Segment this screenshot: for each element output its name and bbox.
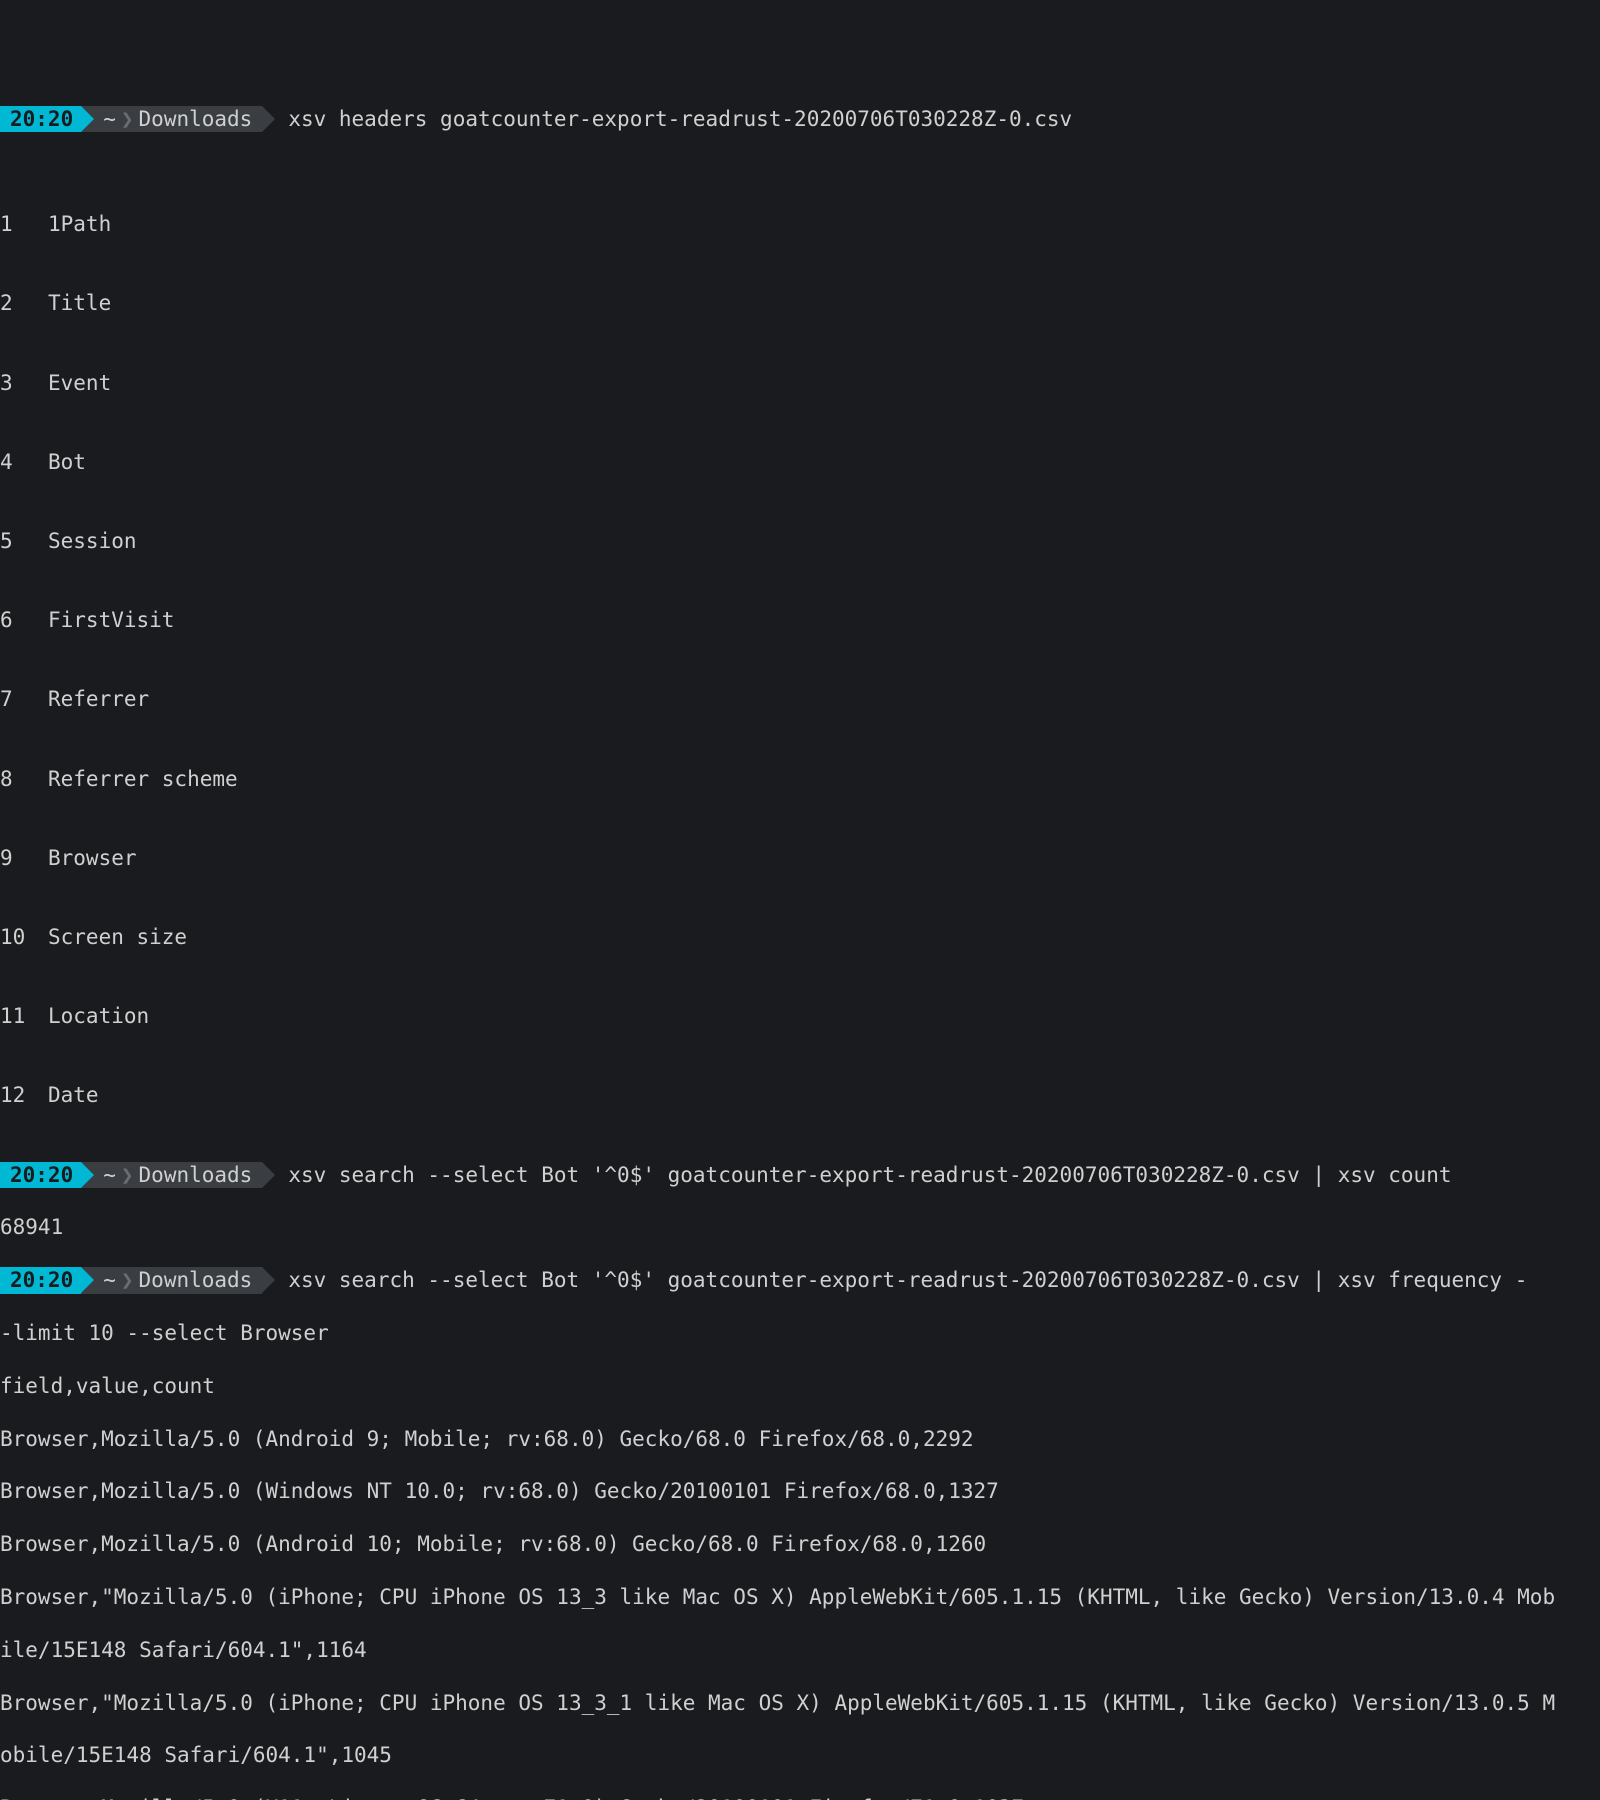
col-name: Title	[48, 291, 111, 315]
prompt-time: 20:20	[0, 1267, 81, 1293]
command-wrap: -limit 10 --select Browser	[0, 1320, 1600, 1346]
home-text: ~	[103, 106, 116, 132]
col-num: 6	[0, 607, 48, 633]
header-row: 11Location	[0, 1003, 1600, 1029]
header-row: 3Event	[0, 370, 1600, 396]
prompt-path: ~❯Downloads	[81, 106, 262, 132]
chevron-right-icon: ❯	[121, 1267, 134, 1293]
col-name: Screen size	[48, 925, 187, 949]
count-output: 68941	[0, 1214, 1600, 1240]
col-name: Session	[48, 529, 137, 553]
freq-header: field,value,count	[0, 1373, 1600, 1399]
prompt-1: 20:20 ~❯Downloads xsv headers goatcounte…	[0, 106, 1600, 132]
freq-row: Browser,"Mozilla/5.0 (iPhone; CPU iPhone…	[0, 1584, 1600, 1610]
prompt-time: 20:20	[0, 106, 81, 132]
freq-row: obile/15E148 Safari/604.1",1045	[0, 1742, 1600, 1768]
col-name: 1Path	[48, 212, 111, 236]
col-name: Browser	[48, 846, 137, 870]
col-num: 8	[0, 766, 48, 792]
col-name: Event	[48, 371, 111, 395]
header-row: 9Browser	[0, 845, 1600, 871]
col-num: 9	[0, 845, 48, 871]
col-num: 10	[0, 924, 48, 950]
header-row: 10Screen size	[0, 924, 1600, 950]
command-text[interactable]: xsv search --select Bot '^0$' goatcounte…	[262, 1267, 1527, 1293]
col-num: 12	[0, 1082, 48, 1108]
header-row: 5Session	[0, 528, 1600, 554]
dir-text: Downloads	[139, 1162, 253, 1188]
time-text: 20:20	[10, 1162, 73, 1188]
time-text: 20:20	[10, 106, 73, 132]
prompt-3: 20:20 ~❯Downloads xsv search --select Bo…	[0, 1267, 1600, 1293]
freq-row: Browser,Mozilla/5.0 (Windows NT 10.0; rv…	[0, 1478, 1600, 1504]
header-row: 11Path	[0, 211, 1600, 237]
col-num: 5	[0, 528, 48, 554]
chevron-right-icon: ❯	[121, 106, 134, 132]
freq-row: Browser,"Mozilla/5.0 (iPhone; CPU iPhone…	[0, 1690, 1600, 1716]
header-row: 8Referrer scheme	[0, 766, 1600, 792]
dir-text: Downloads	[139, 1267, 253, 1293]
freq-row: Browser,Mozilla/5.0 (Android 10; Mobile;…	[0, 1531, 1600, 1557]
col-num: 7	[0, 686, 48, 712]
col-name: FirstVisit	[48, 608, 174, 632]
col-num: 2	[0, 290, 48, 316]
col-name: Location	[48, 1004, 149, 1028]
header-row: 2Title	[0, 290, 1600, 316]
header-row: 4Bot	[0, 449, 1600, 475]
freq-row: Browser,Mozilla/5.0 (X11; Linux x86_64; …	[0, 1795, 1600, 1800]
col-num: 1	[0, 211, 48, 237]
col-name: Referrer scheme	[48, 767, 238, 791]
command-text[interactable]: xsv search --select Bot '^0$' goatcounte…	[262, 1162, 1451, 1188]
home-text: ~	[103, 1162, 116, 1188]
col-name: Date	[48, 1083, 99, 1107]
prompt-2: 20:20 ~❯Downloads xsv search --select Bo…	[0, 1162, 1600, 1188]
chevron-right-icon: ❯	[121, 1162, 134, 1188]
header-row: 6FirstVisit	[0, 607, 1600, 633]
prompt-time: 20:20	[0, 1162, 81, 1188]
col-num: 3	[0, 370, 48, 396]
freq-row: Browser,Mozilla/5.0 (Android 9; Mobile; …	[0, 1426, 1600, 1452]
prompt-path: ~❯Downloads	[81, 1162, 262, 1188]
dir-text: Downloads	[139, 106, 253, 132]
header-row: 7Referrer	[0, 686, 1600, 712]
col-name: Bot	[48, 450, 86, 474]
time-text: 20:20	[10, 1267, 73, 1293]
freq-row: ile/15E148 Safari/604.1",1164	[0, 1637, 1600, 1663]
command-text[interactable]: xsv headers goatcounter-export-readrust-…	[262, 106, 1072, 132]
col-name: Referrer	[48, 687, 149, 711]
home-text: ~	[103, 1267, 116, 1293]
prompt-path: ~❯Downloads	[81, 1267, 262, 1293]
headers-output: 11Path 2Title 3Event 4Bot 5Session 6Firs…	[0, 158, 1600, 1135]
col-num: 4	[0, 449, 48, 475]
header-row: 12Date	[0, 1082, 1600, 1108]
col-num: 11	[0, 1003, 48, 1029]
